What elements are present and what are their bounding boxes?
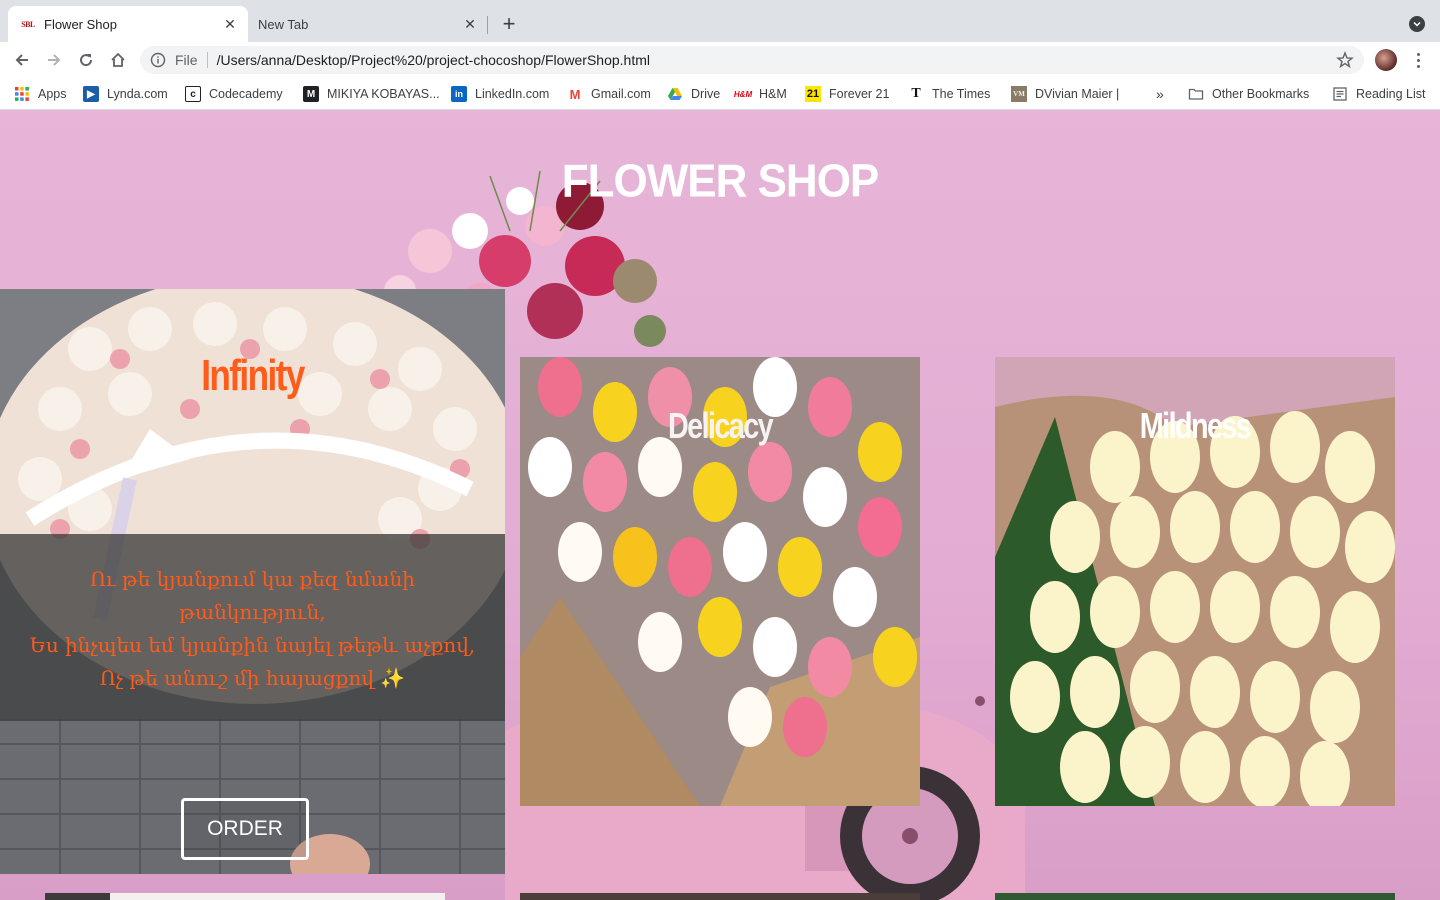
- bookmark-the-times[interactable]: T The Times: [908, 84, 990, 104]
- times-icon: T: [911, 86, 921, 101]
- bookmark-label: DVivian Maier |: [1035, 87, 1120, 101]
- gmail-icon: M: [569, 86, 581, 102]
- bookmark-mikiya[interactable]: M MIKIYA KOBAYAS...: [303, 84, 440, 104]
- card-title-infinity: Infinity: [201, 351, 305, 400]
- poem-line: Ոչ թե անուշ մի հայացքով ✨: [99, 666, 406, 690]
- card-title-mildness: Mildness: [1139, 405, 1252, 446]
- home-button[interactable]: [106, 48, 130, 72]
- bookmark-label: Drive: [691, 87, 721, 101]
- bookmarks-bar: Apps ▶ Lynda.com c Codecademy M MIKIYA K…: [0, 78, 1440, 110]
- next-row-card-1-highlight: [110, 893, 445, 900]
- bookmark-hm[interactable]: H&M H&M: [733, 84, 787, 104]
- bookmark-linkedin[interactable]: in LinkedIn.com: [451, 84, 549, 104]
- tab-new-tab[interactable]: New Tab ✕: [248, 6, 488, 42]
- browser-menu-icon[interactable]: [1408, 50, 1428, 70]
- bookmark-lynda[interactable]: ▶ Lynda.com: [83, 84, 168, 104]
- arrow-left-icon: [15, 54, 28, 66]
- poem-text: Ու թե կյանքում կա քեզ նմանի թանկություն,…: [0, 563, 505, 695]
- bookmark-label: Forever 21: [829, 87, 890, 101]
- folder-icon: [1188, 86, 1204, 102]
- new-tab-button[interactable]: +: [497, 11, 521, 36]
- tab-title: Flower Shop: [44, 16, 117, 32]
- home-icon: [111, 52, 125, 67]
- poem-line: Ու թե կյանքում կա քեզ նմանի: [89, 567, 415, 591]
- poem-line: թանկություն,: [179, 600, 326, 624]
- bookmark-gmail[interactable]: M Gmail.com: [567, 84, 651, 104]
- bookmark-label: Codecademy: [209, 87, 283, 101]
- product-card-delicacy[interactable]: Delicacy: [520, 357, 920, 806]
- close-tab-icon[interactable]: ✕: [460, 14, 480, 34]
- reading-list-button[interactable]: Reading List: [1332, 84, 1426, 104]
- bookmark-label: Reading List: [1356, 87, 1426, 101]
- bookmarks-overflow-button[interactable]: »: [1156, 84, 1164, 104]
- vivian-maier-icon: VM: [1011, 86, 1027, 102]
- bookmark-label: Apps: [38, 87, 67, 101]
- scheme-label: File: [175, 52, 198, 68]
- drive-icon: [667, 86, 683, 102]
- linkedin-icon: in: [451, 86, 467, 102]
- profile-avatar[interactable]: [1375, 49, 1397, 71]
- bookmark-star-icon[interactable]: [1336, 51, 1354, 69]
- tab-separator: [487, 16, 488, 34]
- bookmark-label: Other Bookmarks: [1212, 87, 1310, 101]
- reload-button[interactable]: [74, 48, 98, 72]
- bookmark-forever21[interactable]: 21 Forever 21: [805, 84, 889, 104]
- bookmark-label: LinkedIn.com: [475, 87, 550, 101]
- forever21-icon: 21: [805, 86, 821, 102]
- reload-icon: [80, 54, 93, 67]
- order-button[interactable]: ORDER: [181, 798, 309, 860]
- tab-search-icon[interactable]: [1409, 16, 1425, 32]
- tab-title: New Tab: [258, 16, 309, 32]
- bookmark-label: MIKIYA KOBAYAS...: [327, 87, 440, 101]
- poem-line: Ես ինչպես եմ կյանքին նայել թեթև աչքով,: [29, 633, 476, 657]
- apps-grid-icon: [14, 86, 30, 102]
- other-bookmarks-folder[interactable]: Other Bookmarks: [1188, 84, 1309, 104]
- back-button[interactable]: [10, 48, 34, 72]
- bookmark-label: Gmail.com: [591, 87, 651, 101]
- tab-flower-shop[interactable]: SBL Flower Shop ✕: [8, 6, 248, 42]
- bookmark-label: H&M: [759, 87, 787, 101]
- page-title: FLOWER SHOP: [561, 155, 880, 208]
- flower-shop-page: FLOWER SHOP Infinity Ու թե կյանքում կա ք…: [0, 111, 1440, 900]
- lynda-icon: ▶: [83, 86, 99, 102]
- hm-icon: H&M: [733, 89, 753, 99]
- product-card-mildness[interactable]: Mildness: [995, 357, 1395, 806]
- bookmark-vivian-maier[interactable]: VM DVivian Maier |: [1011, 84, 1119, 104]
- info-icon[interactable]: [150, 52, 166, 68]
- close-tab-icon[interactable]: ✕: [220, 14, 240, 34]
- reading-list-icon: [1332, 86, 1348, 102]
- forward-button[interactable]: [42, 48, 66, 72]
- tab-strip: SBL Flower Shop ✕ New Tab ✕ +: [0, 0, 1440, 42]
- bookmark-label: The Times: [932, 87, 991, 101]
- bookmark-apps[interactable]: Apps: [14, 84, 67, 104]
- address-bar[interactable]: File /Users/anna/Desktop/Project%20/proj…: [140, 46, 1364, 74]
- codecademy-icon: c: [185, 86, 201, 102]
- bookmark-label: Lynda.com: [107, 87, 168, 101]
- card-title-delicacy: Delicacy: [667, 405, 774, 446]
- sbl-favicon-icon: SBL: [21, 19, 35, 29]
- next-row-card-2: [520, 893, 920, 900]
- product-card-infinity: Infinity Ու թե կյանքում կա քեզ նմանի թան…: [0, 289, 505, 874]
- mikiya-icon: M: [303, 86, 319, 102]
- bookmark-drive[interactable]: Drive: [667, 84, 720, 104]
- browser-toolbar: File /Users/anna/Desktop/Project%20/proj…: [0, 42, 1440, 78]
- arrow-right-icon: [48, 54, 61, 66]
- next-row-card-3: [995, 893, 1395, 900]
- bookmark-codecademy[interactable]: c Codecademy: [185, 84, 283, 104]
- address-divider: [206, 52, 208, 68]
- url-text[interactable]: /Users/anna/Desktop/Project%20/project-c…: [217, 52, 1336, 68]
